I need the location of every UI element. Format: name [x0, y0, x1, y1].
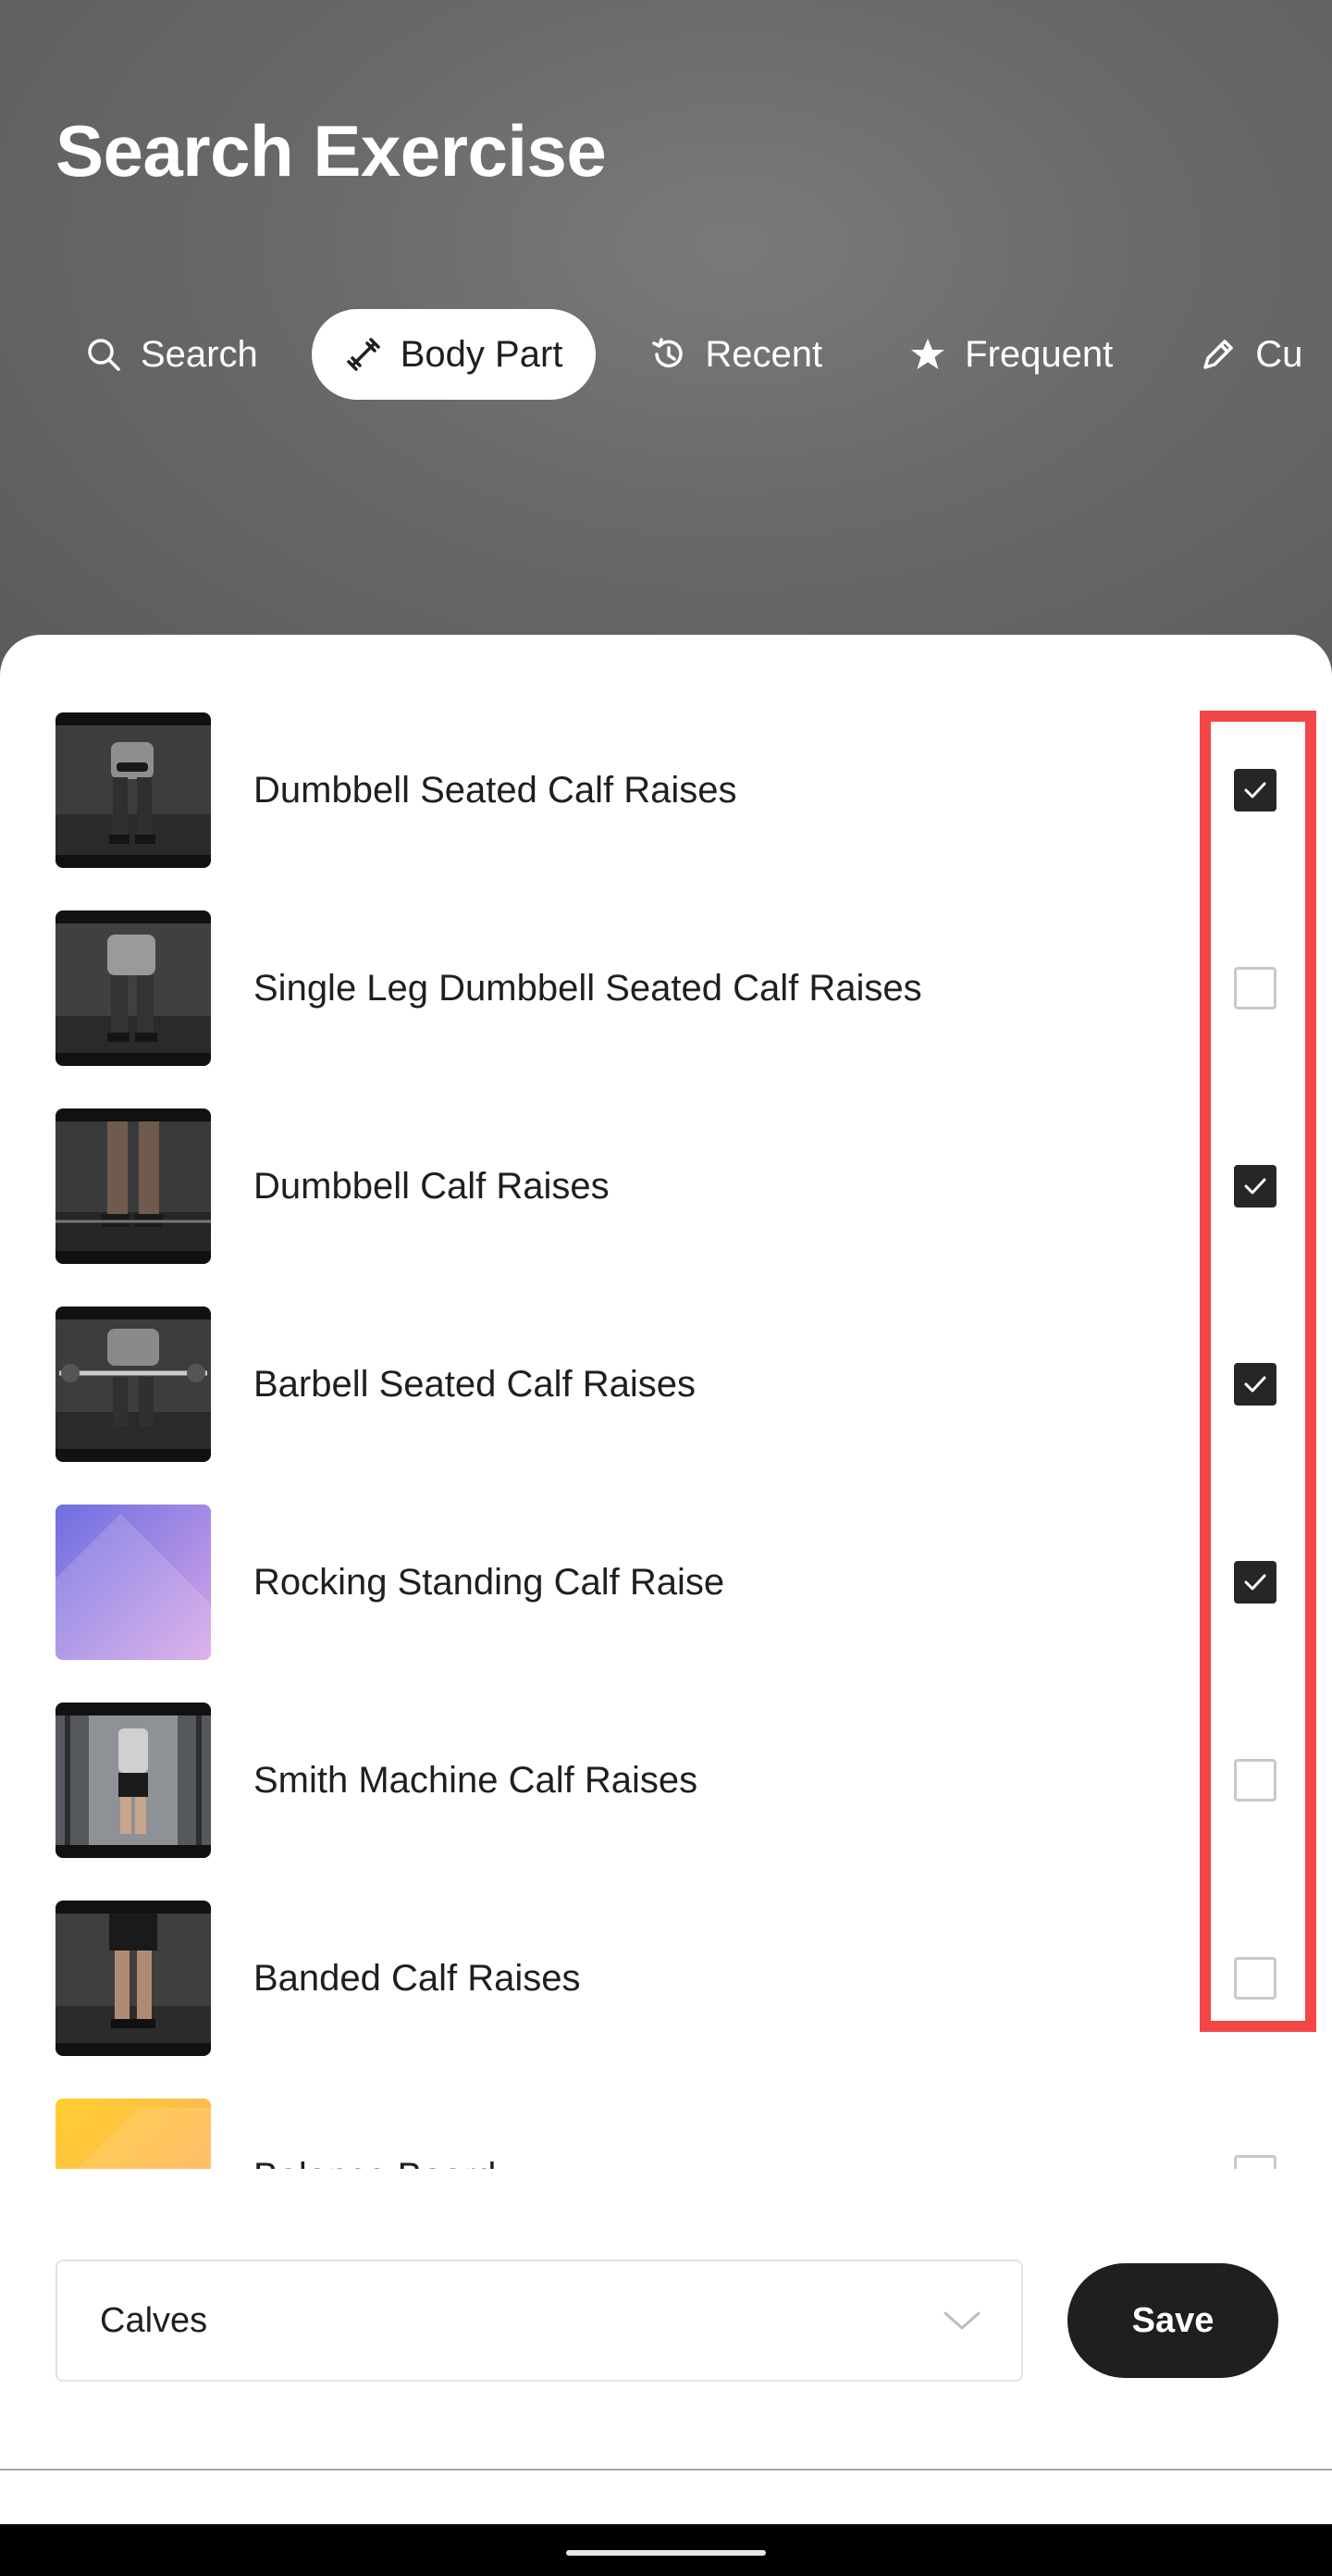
exercise-sheet: Dumbbell Seated Calf Raises Single Leg D… — [0, 635, 1332, 2472]
exercise-name: Smith Machine Calf Raises — [253, 1759, 698, 1801]
tab-body-part[interactable]: Body Part — [311, 309, 597, 400]
chevron-down-icon — [944, 2311, 980, 2330]
tab-recent[interactable]: Recent — [616, 309, 856, 400]
tab-search[interactable]: Search — [56, 309, 291, 400]
exercise-thumbnail — [56, 910, 211, 1066]
body-part-select-value: Calves — [100, 2300, 208, 2340]
exercise-name: Banded Calf Raises — [253, 1957, 581, 1999]
exercise-thumbnail — [56, 1307, 211, 1462]
exercise-checkbox[interactable] — [1234, 2155, 1276, 2169]
exercise-name: Barbell Seated Calf Raises — [253, 1363, 697, 1405]
tab-frequent[interactable]: Frequent — [876, 309, 1146, 400]
check-icon — [1244, 1574, 1266, 1591]
divider — [0, 2469, 1332, 2471]
exercise-thumbnail — [56, 1901, 211, 2056]
list-item[interactable]: Balance Board — [0, 2099, 1332, 2169]
check-icon — [1244, 1178, 1266, 1195]
exercise-name: Single Leg Dumbbell Seated Calf Raises — [253, 967, 922, 1009]
list-item[interactable]: Banded Calf Raises — [0, 1901, 1332, 2099]
exercise-checkbox[interactable] — [1234, 1363, 1276, 1406]
pencil-icon — [1203, 340, 1234, 369]
list-item[interactable]: Single Leg Dumbbell Seated Calf Raises — [0, 910, 1332, 1108]
search-icon — [88, 339, 120, 371]
exercise-name: Dumbbell Calf Raises — [253, 1165, 610, 1207]
history-icon — [652, 338, 684, 368]
exercise-thumbnail — [56, 1505, 211, 1660]
tab-custom[interactable]: Cu — [1166, 309, 1332, 400]
exercise-checkbox[interactable] — [1234, 1561, 1276, 1604]
save-button[interactable]: Save — [1067, 2263, 1278, 2378]
list-item[interactable]: Rocking Standing Calf Raise — [0, 1505, 1332, 1703]
exercise-checkbox[interactable] — [1234, 1759, 1276, 1802]
star-icon — [911, 339, 945, 369]
exercise-thumbnail — [56, 1108, 211, 1264]
check-icon — [1244, 782, 1266, 799]
tab-label: Search — [141, 333, 258, 375]
list-item[interactable]: Dumbbell Calf Raises — [0, 1108, 1332, 1307]
exercise-checkbox[interactable] — [1234, 967, 1276, 1009]
exercise-thumbnail — [56, 712, 211, 868]
page-title: Search Exercise — [56, 110, 607, 192]
filter-tabs: Search Body Part Recent Frequent Cu — [56, 309, 1332, 400]
list-item[interactable]: Smith Machine Calf Raises — [0, 1703, 1332, 1901]
exercise-name: Balance Board — [253, 2099, 496, 2170]
tab-label: Recent — [705, 333, 823, 375]
check-icon — [1244, 1376, 1266, 1393]
list-item[interactable]: Barbell Seated Calf Raises — [0, 1307, 1332, 1505]
exercise-name: Rocking Standing Calf Raise — [253, 1561, 725, 1603]
list-item[interactable]: Dumbbell Seated Calf Raises — [0, 712, 1332, 910]
exercise-thumbnail — [56, 1703, 211, 1858]
exercise-name: Dumbbell Seated Calf Raises — [253, 769, 737, 811]
exercise-checkbox[interactable] — [1234, 769, 1276, 811]
home-indicator[interactable] — [566, 2550, 766, 2556]
tab-label: Cu — [1255, 333, 1303, 375]
body-part-icon — [347, 338, 380, 371]
body-part-select[interactable]: Calves — [56, 2260, 1023, 2382]
tab-label: Frequent — [965, 333, 1114, 375]
tab-label: Body Part — [400, 333, 563, 375]
exercise-list[interactable]: Dumbbell Seated Calf Raises Single Leg D… — [0, 712, 1332, 2169]
exercise-thumbnail — [56, 2099, 211, 2169]
exercise-checkbox[interactable] — [1234, 1957, 1276, 2000]
exercise-checkbox[interactable] — [1234, 1165, 1276, 1208]
